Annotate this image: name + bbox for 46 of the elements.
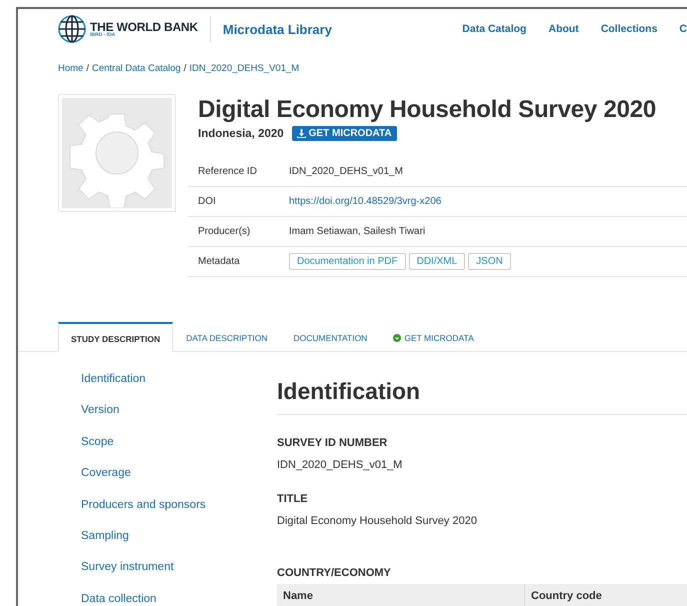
field-value: Digital Economy Household Survey 2020 xyxy=(277,515,478,527)
tab[interactable]: GET MICRODATA xyxy=(380,322,487,352)
breadcrumb-link[interactable]: IDN_2020_DEHS_V01_M xyxy=(189,63,300,74)
field-value: IDN_2020_DEHS_v01_M xyxy=(289,157,687,186)
tab[interactable]: DATA DESCRIPTION xyxy=(173,322,280,352)
study-subtitle: Indonesia, 2020 xyxy=(198,128,284,140)
nav-link[interactable]: Collections xyxy=(600,23,658,35)
study-title: Digital Economy Household Survey 2020 xyxy=(198,96,658,124)
sidebar-link[interactable]: Producers and sponsors xyxy=(81,498,277,512)
get-microdata-button[interactable]: GET MICRODATA xyxy=(292,126,397,141)
breadcrumb-link[interactable]: Central Data Catalog xyxy=(92,63,181,74)
sidebar-link[interactable]: Identification xyxy=(81,372,277,386)
sidebar-link[interactable]: Version xyxy=(81,403,277,418)
metadata-button[interactable]: Documentation in PDF xyxy=(289,253,406,270)
breadcrumb-separator: / xyxy=(184,63,186,74)
field-label: SURVEY ID NUMBER xyxy=(277,437,388,449)
site-title[interactable]: Microdata Library xyxy=(222,22,332,36)
sidebar-link[interactable]: Survey instrument xyxy=(81,560,277,574)
nav-link[interactable]: About xyxy=(548,23,579,35)
table-title: COUNTRY/ECONOMY xyxy=(277,567,392,579)
section-heading: Identification xyxy=(277,378,687,415)
column-header: Country code xyxy=(524,584,687,606)
nav-link[interactable]: Data Catalog xyxy=(462,23,526,35)
download-icon xyxy=(393,334,402,342)
nav-link[interactable]: C xyxy=(679,23,687,35)
globe-logo-icon[interactable] xyxy=(57,14,87,44)
field-label: TITLE xyxy=(277,493,309,505)
brand-name[interactable]: THE WORLD BANK xyxy=(90,20,198,32)
tab[interactable]: DOCUMENTATION xyxy=(280,322,380,352)
field-label: DOI xyxy=(188,186,289,216)
sidebar-link[interactable]: Scope xyxy=(81,434,277,449)
field-label: Producer(s) xyxy=(188,216,289,246)
sidebar-link[interactable]: Data collection xyxy=(81,592,277,606)
tab[interactable]: STUDY DESCRIPTION xyxy=(58,322,174,352)
column-header: Name xyxy=(277,584,524,606)
breadcrumb-separator: / xyxy=(86,63,89,74)
metadata-button[interactable]: JSON xyxy=(468,253,511,270)
field-label: Reference ID xyxy=(188,157,289,186)
sidebar-link[interactable]: Coverage xyxy=(81,466,277,480)
doi-link[interactable]: https://doi.org/10.48529/3vrg-x206 xyxy=(289,196,442,207)
metadata-button[interactable]: DDI/XML xyxy=(408,253,466,270)
field-value: IDN_2020_DEHS_v01_M xyxy=(277,459,404,471)
field-value: Imam Setiawan, Sailesh Tiwari xyxy=(289,216,687,246)
download-icon xyxy=(296,129,306,138)
sidebar-link[interactable]: Sampling xyxy=(81,528,277,543)
breadcrumb-link[interactable]: Home xyxy=(58,63,84,74)
